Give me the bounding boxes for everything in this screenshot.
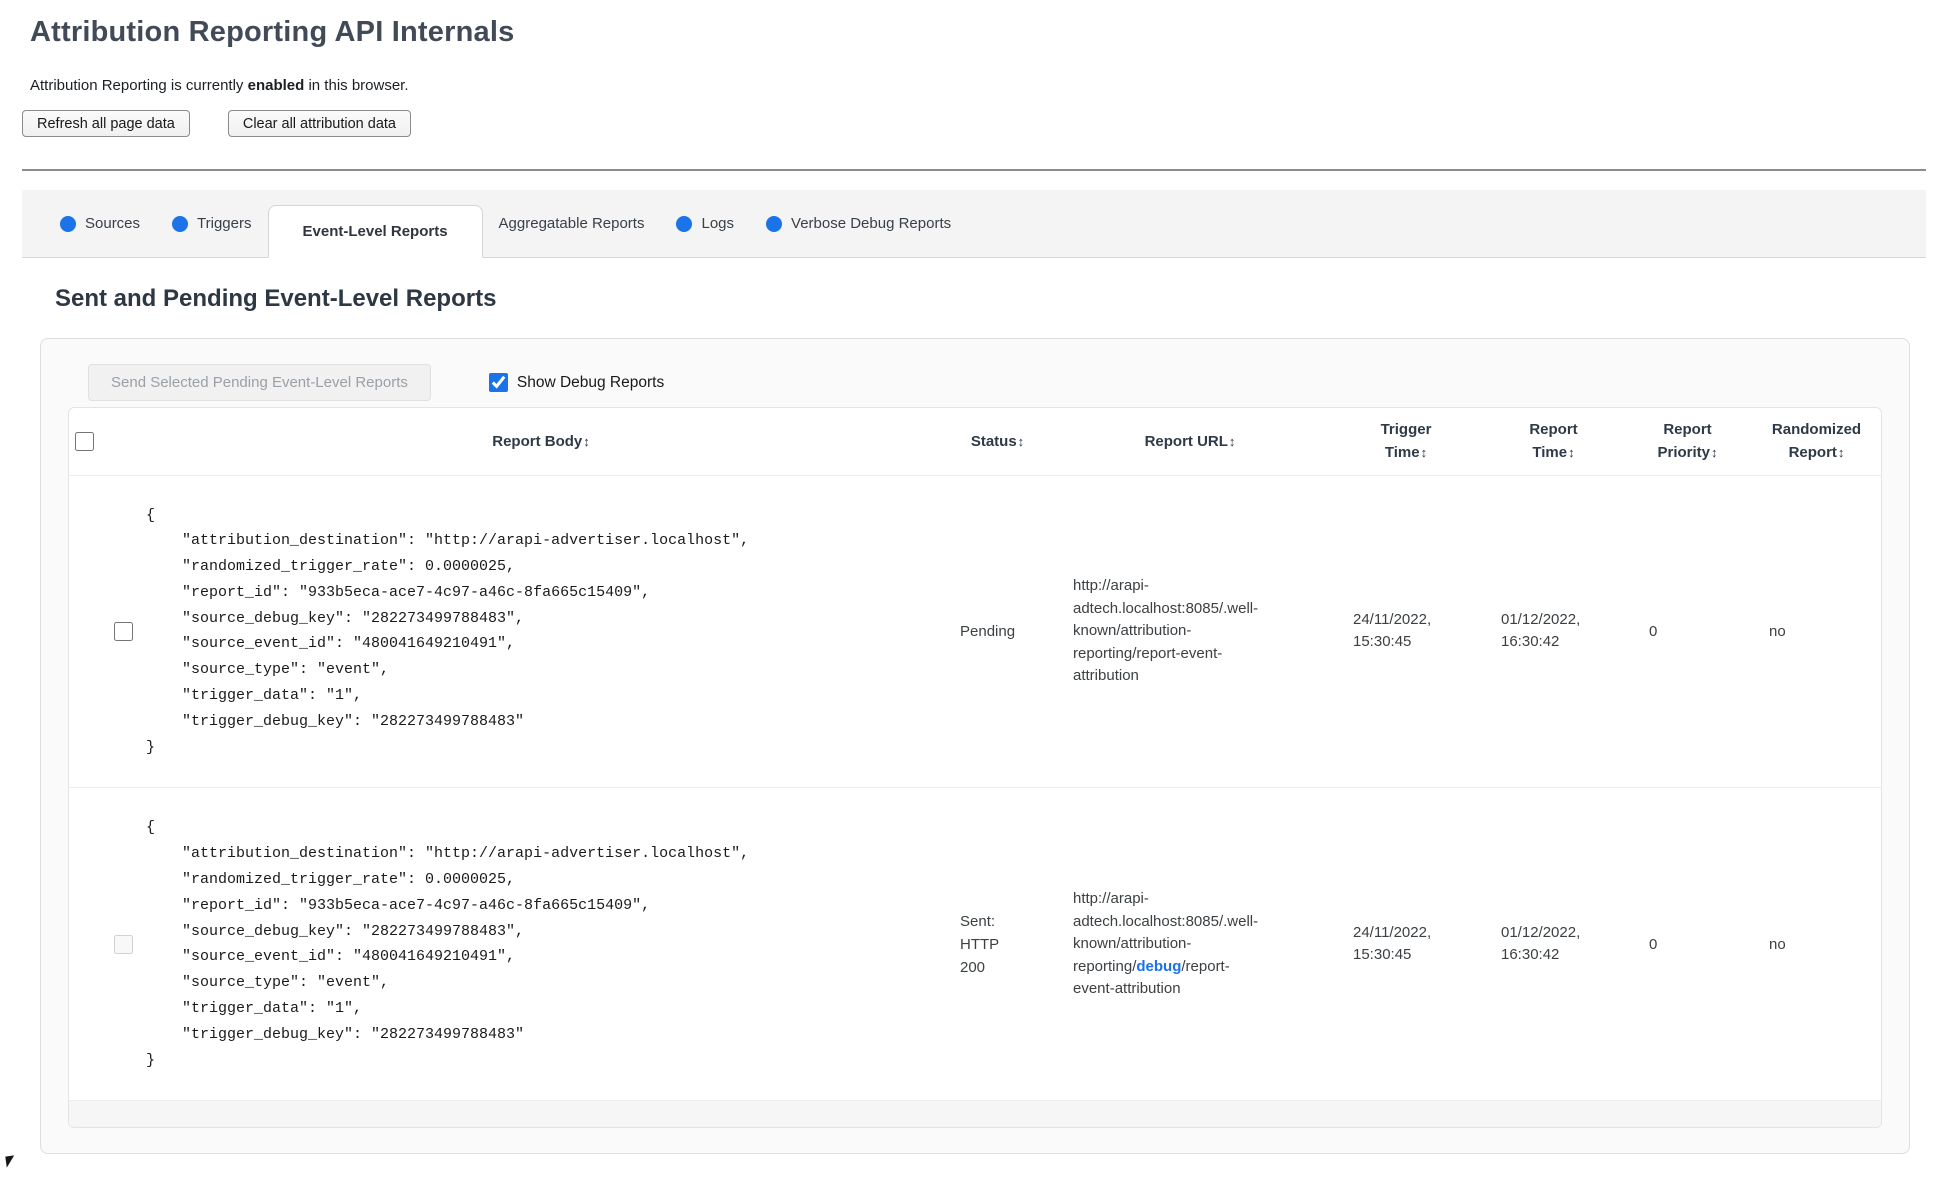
- column-header-report-time[interactable]: Report Time↕: [1481, 408, 1626, 475]
- refresh-all-button[interactable]: Refresh all page data: [22, 110, 190, 137]
- tab-label: Triggers: [197, 215, 252, 232]
- blue-dot-icon: [676, 215, 693, 232]
- show-debug-reports-label: Show Debug Reports: [516, 373, 665, 391]
- report-priority-cell: 0: [1626, 787, 1749, 1101]
- show-debug-reports-control: Show Debug Reports: [488, 373, 665, 392]
- report-body-cell: { "attribution_destination": "http://ara…: [136, 787, 946, 1101]
- page-header: Attribution Reporting API Internals Attr…: [0, 0, 1948, 137]
- row-select-cell: [69, 474, 136, 788]
- sort-icon: ↕: [1420, 445, 1428, 461]
- table-header-row: Report Body↕ Status↕ Report URL↕ Trigger…: [69, 408, 1881, 475]
- report-url-cell: http://arapi-adtech.localhost:8085/.well…: [1049, 474, 1331, 788]
- column-header-report-priority[interactable]: Report Priority↕: [1626, 408, 1749, 475]
- sort-icon: ↕: [1711, 445, 1718, 461]
- tab-sources[interactable]: Sources: [44, 190, 156, 258]
- blue-dot-icon: [172, 215, 189, 232]
- url-debug-segment: debug: [1136, 957, 1182, 975]
- clear-all-button[interactable]: Clear all attribution data: [227, 110, 411, 137]
- tab-aggregatable-reports[interactable]: Aggregatable Reports: [483, 190, 661, 258]
- trigger-time-value: 24/11/2022, 15:30:45: [1353, 923, 1432, 964]
- column-label: Status: [970, 432, 1017, 450]
- column-header-status[interactable]: Status↕: [946, 408, 1049, 475]
- status-cell: Sent: HTTP 200: [946, 787, 1049, 1101]
- randomized-report-cell: no: [1749, 474, 1881, 788]
- report-time-cell: 01/12/2022, 16:30:42: [1481, 474, 1626, 788]
- show-debug-reports-checkbox[interactable]: [488, 373, 508, 392]
- sort-icon: ↕: [1017, 433, 1025, 449]
- status-enabled-word: enabled: [247, 77, 305, 94]
- trigger-time-cell: 24/11/2022, 15:30:45: [1331, 474, 1481, 788]
- report-controls: Send Selected Pending Event-Level Report…: [88, 364, 1882, 401]
- column-header-report-url[interactable]: Report URL↕: [1049, 408, 1331, 475]
- trigger-time-cell: 24/11/2022, 15:30:45: [1331, 787, 1481, 1101]
- tab-strip: Sources Triggers Event-Level Reports Agg…: [22, 190, 1926, 258]
- status-cell: Pending: [946, 474, 1049, 788]
- tab-event-level-reports[interactable]: Event-Level Reports: [267, 205, 483, 258]
- header-divider: [22, 169, 1926, 171]
- reports-table: Report Body↕ Status↕ Report URL↕ Trigger…: [69, 408, 1881, 1127]
- status-value: Pending: [960, 622, 1016, 640]
- top-buttons: Refresh all page data Clear all attribut…: [22, 110, 1926, 137]
- send-selected-reports-button: Send Selected Pending Event-Level Report…: [88, 364, 431, 401]
- tab-logs[interactable]: Logs: [660, 190, 750, 258]
- column-label: Report Body: [492, 432, 583, 450]
- report-time-cell: 01/12/2022, 16:30:42: [1481, 787, 1626, 1101]
- tab-label: Logs: [701, 215, 735, 232]
- sort-icon: ↕: [1568, 445, 1575, 461]
- tab-label: Sources: [85, 215, 141, 232]
- tab-label: Event-Level Reports: [302, 223, 448, 240]
- report-time-value: 01/12/2022, 16:30:42: [1501, 923, 1581, 964]
- page-title: Attribution Reporting API Internals: [30, 16, 515, 48]
- column-label: Randomized Report: [1771, 421, 1862, 462]
- column-header-trigger-time[interactable]: Trigger Time↕: [1331, 408, 1481, 475]
- select-all-header: [69, 408, 136, 475]
- status-prefix: Attribution Reporting is currently: [30, 77, 248, 94]
- report-url-cell: http://arapi-adtech.localhost:8085/.well…: [1049, 787, 1331, 1101]
- table-footer: [69, 1100, 1881, 1127]
- blue-dot-icon: [60, 215, 76, 232]
- url-text: http://arapi-adtech.localhost:8085/.well…: [1073, 577, 1259, 685]
- report-row-pending: { "attribution_destination": "http://ara…: [69, 474, 1881, 788]
- sort-icon: ↕: [1837, 445, 1845, 461]
- column-label: Report URL: [1144, 432, 1228, 450]
- section-heading: Sent and Pending Event-Level Reports: [55, 285, 497, 312]
- report-body-cell: { "attribution_destination": "http://ara…: [136, 474, 946, 788]
- tab-triggers[interactable]: Triggers: [156, 190, 267, 258]
- row-select-checkbox: [114, 934, 133, 954]
- report-time-value: 01/12/2022, 16:30:42: [1501, 610, 1581, 651]
- column-header-randomized-report[interactable]: Randomized Report↕: [1749, 408, 1881, 475]
- row-select-checkbox[interactable]: [114, 621, 133, 641]
- sort-icon: ↕: [1228, 433, 1236, 449]
- report-priority-cell: 0: [1626, 474, 1749, 788]
- column-label: Report Priority: [1657, 421, 1712, 462]
- select-all-checkbox[interactable]: [75, 431, 94, 451]
- status-value: Sent: HTTP 200: [960, 912, 999, 977]
- mouse-cursor: [5, 1155, 16, 1168]
- trigger-time-value: 24/11/2022, 15:30:45: [1353, 610, 1432, 651]
- randomized-report-cell: no: [1749, 787, 1881, 1101]
- status-suffix: in this browser.: [304, 77, 409, 94]
- reports-panel: Send Selected Pending Event-Level Report…: [40, 338, 1910, 1154]
- tab-verbose-debug-reports[interactable]: Verbose Debug Reports: [750, 190, 967, 258]
- sort-icon: ↕: [583, 433, 590, 449]
- report-body-json: { "attribution_destination": "http://ara…: [146, 506, 750, 756]
- row-select-cell: [69, 787, 136, 1101]
- report-body-json: { "attribution_destination": "http://ara…: [146, 819, 750, 1069]
- tab-label: Verbose Debug Reports: [791, 215, 952, 232]
- tab-label: Aggregatable Reports: [498, 215, 645, 232]
- report-row-sent: { "attribution_destination": "http://ara…: [69, 787, 1881, 1101]
- reports-table-container: Report Body↕ Status↕ Report URL↕ Trigger…: [68, 407, 1882, 1128]
- column-header-report-body[interactable]: Report Body↕: [136, 408, 946, 475]
- blue-dot-icon: [766, 215, 783, 232]
- feature-status-text: Attribution Reporting is currently enabl…: [30, 77, 1926, 94]
